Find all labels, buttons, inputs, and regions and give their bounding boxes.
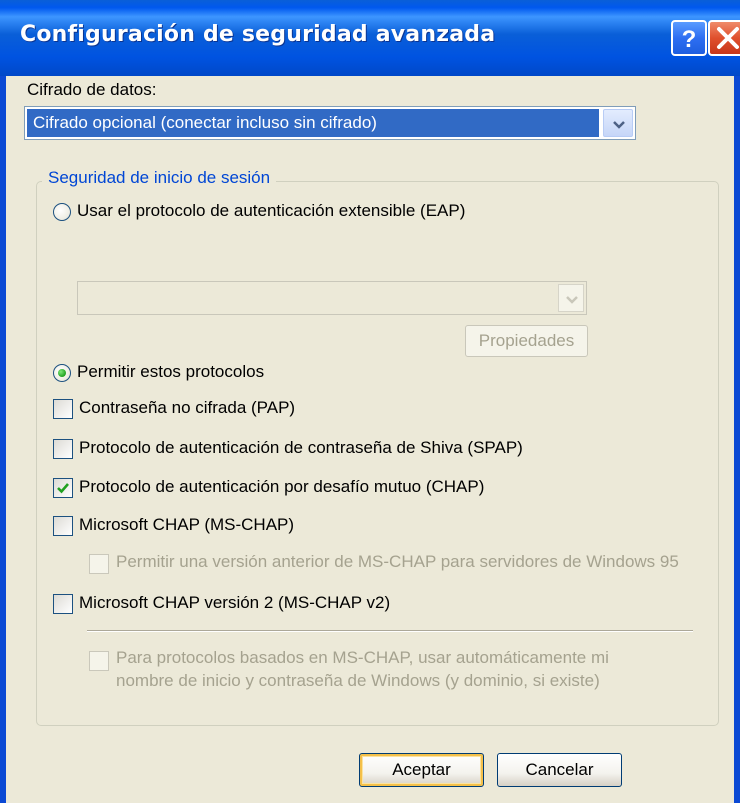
auto-logon-label-line1[interactable]: Para protocolos basados en MS-CHAP, usar… xyxy=(116,648,609,668)
window-border-left xyxy=(0,76,6,803)
eap-dropdown-button[interactable] xyxy=(558,284,584,312)
chap-checkbox[interactable] xyxy=(53,478,73,498)
data-encryption-dropdown-button[interactable] xyxy=(603,109,633,137)
ms-chap-checkbox-label[interactable]: Microsoft CHAP (MS-CHAP) xyxy=(79,515,294,535)
window-border-right xyxy=(734,76,740,803)
logon-security-legend: Seguridad de inicio de sesión xyxy=(42,168,277,188)
pap-checkbox-label[interactable]: Contraseña no cifrada (PAP) xyxy=(79,398,295,418)
checkmark-icon xyxy=(57,483,69,494)
allow-protocols-radio[interactable] xyxy=(53,364,71,382)
eap-radio-label[interactable]: Usar el protocolo de autenticación exten… xyxy=(77,201,465,221)
cancel-button[interactable]: Cancelar xyxy=(497,753,622,787)
properties-button[interactable]: Propiedades xyxy=(465,325,588,357)
eap-type-select[interactable] xyxy=(77,281,587,315)
close-icon xyxy=(717,27,739,49)
window-title: Configuración de seguridad avanzada xyxy=(20,22,496,47)
pap-checkbox[interactable] xyxy=(53,399,73,419)
help-icon: ? xyxy=(682,26,697,53)
title-bar: Configuración de seguridad avanzada ? xyxy=(0,0,740,76)
data-encryption-select[interactable]: Cifrado opcional (conectar incluso sin c… xyxy=(24,106,636,140)
svg-text:?: ? xyxy=(682,26,697,53)
spap-checkbox[interactable] xyxy=(53,439,73,459)
ms-chap-v2-checkbox[interactable] xyxy=(53,594,73,614)
data-encryption-selected-value: Cifrado opcional (conectar incluso sin c… xyxy=(27,109,599,137)
allow-protocols-label[interactable]: Permitir estos protocolos xyxy=(77,362,264,382)
close-button[interactable] xyxy=(708,20,740,56)
auto-logon-label-line2[interactable]: nombre de inicio y contraseña de Windows… xyxy=(116,671,600,691)
data-encryption-label: Cifrado de datos: xyxy=(27,80,157,99)
chevron-down-icon xyxy=(613,121,625,129)
spap-checkbox-label[interactable]: Protocolo de autenticación de contraseña… xyxy=(79,438,523,458)
eap-radio[interactable] xyxy=(53,203,71,221)
chevron-down-icon xyxy=(566,296,578,304)
separator xyxy=(87,630,693,632)
radio-selected-dot xyxy=(58,369,66,377)
auto-logon-checkbox[interactable] xyxy=(89,651,109,671)
chap-checkbox-label[interactable]: Protocolo de autenticación por desafío m… xyxy=(79,477,484,497)
ms-chap-win95-checkbox[interactable] xyxy=(89,554,109,574)
ms-chap-checkbox[interactable] xyxy=(53,516,73,536)
ms-chap-v2-checkbox-label[interactable]: Microsoft CHAP versión 2 (MS-CHAP v2) xyxy=(79,593,390,613)
help-button[interactable]: ? xyxy=(671,20,707,56)
ms-chap-win95-label[interactable]: Permitir una versión anterior de MS-CHAP… xyxy=(116,552,679,572)
ok-button[interactable]: Aceptar xyxy=(359,753,484,787)
